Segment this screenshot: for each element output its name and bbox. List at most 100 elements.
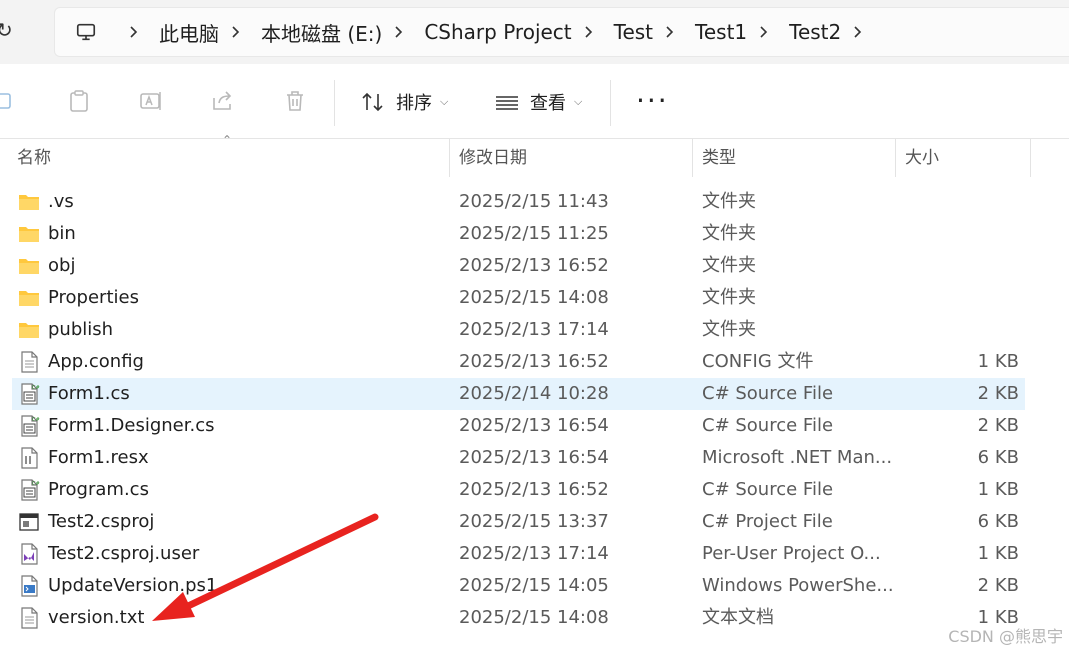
file-size: 1 KB <box>977 351 1019 372</box>
column-header-size[interactable]: 大小 <box>905 139 939 177</box>
delete-icon[interactable] <box>282 88 308 114</box>
svg-text:C#: C# <box>32 417 40 423</box>
column-header-date[interactable]: 修改日期 <box>459 139 527 177</box>
file-type: 文件夹 <box>702 255 756 276</box>
resx-file-icon <box>18 447 40 469</box>
csharp-file-icon: C# <box>18 479 40 501</box>
command-bar: 排序 ⌵ 查看 ⌵ ··· <box>0 66 1069 139</box>
file-row[interactable]: version.txt 2025/2/15 14:08 文本文档 1 KB <box>12 602 1025 634</box>
file-row[interactable]: Form1.resx 2025/2/13 16:54 Microsoft .NET … <box>12 442 1025 474</box>
file-type: Windows PowerShe... <box>702 575 892 596</box>
breadcrumb-this-pc[interactable]: 此电脑 <box>159 18 219 47</box>
file-type: C# Source File <box>702 479 834 500</box>
sort-icon <box>362 92 383 112</box>
breadcrumb-test2[interactable]: Test2 <box>789 20 841 44</box>
column-resize-handle[interactable] <box>895 139 896 177</box>
refresh-icon[interactable]: ↻ <box>0 17 22 43</box>
file-type: Microsoft .NET Man... <box>702 447 892 468</box>
file-date-modified: 2025/2/13 16:54 <box>459 415 609 436</box>
powershell-file-icon <box>18 575 40 597</box>
chevron-right-icon[interactable] <box>663 25 677 39</box>
csharp-file-icon: C# <box>18 383 40 405</box>
file-row[interactable]: Properties 2025/2/15 14:08 文件夹 <box>12 282 1025 314</box>
file-size: 2 KB <box>977 575 1019 596</box>
file-date-modified: 2025/2/15 14:08 <box>459 607 609 628</box>
file-name: bin <box>48 223 76 244</box>
sort-button[interactable]: 排序 ⌵ <box>360 88 448 116</box>
chevron-right-icon[interactable] <box>851 25 865 39</box>
file-row[interactable]: App.config 2025/2/13 16:52 CONFIG 文件 1 KB <box>12 346 1025 378</box>
this-pc-icon[interactable] <box>75 21 97 43</box>
breadcrumb-csharp-project[interactable]: CSharp Project <box>424 20 571 44</box>
watermark: CSDN @熊思宇 <box>948 627 1063 646</box>
file-row[interactable]: C# Program.cs 2025/2/13 16:52 C# Source Fil… <box>12 474 1025 506</box>
file-type: 文件夹 <box>702 191 756 212</box>
rename-icon[interactable] <box>138 88 164 114</box>
file-type: CONFIG 文件 <box>702 351 814 372</box>
breadcrumb-test1[interactable]: Test1 <box>695 20 747 44</box>
text-file-icon <box>18 607 40 629</box>
chevron-right-icon[interactable] <box>582 25 596 39</box>
file-date-modified: 2025/2/13 17:14 <box>459 319 609 340</box>
chevron-down-icon: ⌵ <box>574 95 583 108</box>
paste-icon[interactable] <box>66 88 92 114</box>
column-header-name[interactable]: 名称 <box>17 139 51 177</box>
folder-icon <box>18 255 40 277</box>
chevron-right-icon[interactable] <box>127 25 141 39</box>
file-name: .vs <box>48 191 74 212</box>
file-row[interactable]: UpdateVersion.ps1 2025/2/15 14:05 Windows … <box>12 570 1025 602</box>
file-row[interactable]: Test2.csproj.user 2025/2/13 17:14 Per-User… <box>12 538 1025 570</box>
file-name: App.config <box>48 351 144 372</box>
file-type: Per-User Project O... <box>702 543 881 564</box>
file-size: 6 KB <box>977 447 1019 468</box>
view-button[interactable]: 查看 ⌵ <box>494 88 582 116</box>
file-type: C# Project File <box>702 511 833 532</box>
address-bar[interactable]: 此电脑 本地磁盘 (E:) CSharp Project Test Test1 … <box>54 7 1069 57</box>
folder-icon <box>18 319 40 341</box>
file-row[interactable]: .vs 2025/2/15 11:43 文件夹 <box>12 186 1025 218</box>
toolbar-separator <box>610 80 611 126</box>
sort-ascending-icon: ⌃ <box>222 133 233 147</box>
file-date-modified: 2025/2/15 14:05 <box>459 575 609 596</box>
file-row[interactable]: C# Form1.cs 2025/2/14 10:28 C# Source File 2… <box>12 378 1025 410</box>
chevron-down-icon: ⌵ <box>440 95 449 108</box>
file-date-modified: 2025/2/14 10:28 <box>459 383 609 404</box>
breadcrumb-drive-e[interactable]: 本地磁盘 (E:) <box>261 18 382 47</box>
file-date-modified: 2025/2/15 11:43 <box>459 191 609 212</box>
copy-icon[interactable] <box>0 88 18 114</box>
file-type: 文件夹 <box>702 223 756 244</box>
file-type: 文件夹 <box>702 319 756 340</box>
file-size: 2 KB <box>977 383 1019 404</box>
chevron-right-icon[interactable] <box>392 25 406 39</box>
column-resize-handle[interactable] <box>692 139 693 177</box>
column-resize-handle[interactable] <box>449 139 450 177</box>
breadcrumb-test[interactable]: Test <box>614 20 653 44</box>
file-row[interactable]: obj 2025/2/13 16:52 文件夹 <box>12 250 1025 282</box>
share-icon[interactable] <box>210 88 236 114</box>
file-name: publish <box>48 319 114 340</box>
chevron-right-icon[interactable] <box>229 25 243 39</box>
file-name: version.txt <box>48 607 145 628</box>
file-date-modified: 2025/2/15 11:25 <box>459 223 609 244</box>
file-size: 1 KB <box>977 479 1019 500</box>
column-resize-handle[interactable] <box>1030 139 1031 177</box>
folder-icon <box>18 287 40 309</box>
config-file-icon <box>18 351 40 373</box>
column-header-row: ⌃ 名称 修改日期 类型 大小 <box>0 133 1069 179</box>
file-size: 2 KB <box>977 415 1019 436</box>
file-row[interactable]: Test2.csproj 2025/2/15 13:37 C# Project Fi… <box>12 506 1025 538</box>
file-name: Program.cs <box>48 479 149 500</box>
column-header-type[interactable]: 类型 <box>702 139 736 177</box>
file-name: Test2.csproj.user <box>48 543 200 564</box>
file-date-modified: 2025/2/13 16:52 <box>459 479 609 500</box>
file-row[interactable]: C# Form1.Designer.cs 2025/2/13 16:54 C# Sou… <box>12 410 1025 442</box>
file-date-modified: 2025/2/13 16:52 <box>459 255 609 276</box>
chevron-right-icon[interactable] <box>757 25 771 39</box>
file-row[interactable]: publish 2025/2/13 17:14 文件夹 <box>12 314 1025 346</box>
file-row[interactable]: bin 2025/2/15 11:25 文件夹 <box>12 218 1025 250</box>
breadcrumb: 此电脑 本地磁盘 (E:) CSharp Project Test Test1 … <box>55 8 883 56</box>
view-label: 查看 <box>530 93 566 114</box>
file-name: Form1.Designer.cs <box>48 415 215 436</box>
file-name: Properties <box>48 287 139 308</box>
more-options-button[interactable]: ··· <box>636 87 669 115</box>
